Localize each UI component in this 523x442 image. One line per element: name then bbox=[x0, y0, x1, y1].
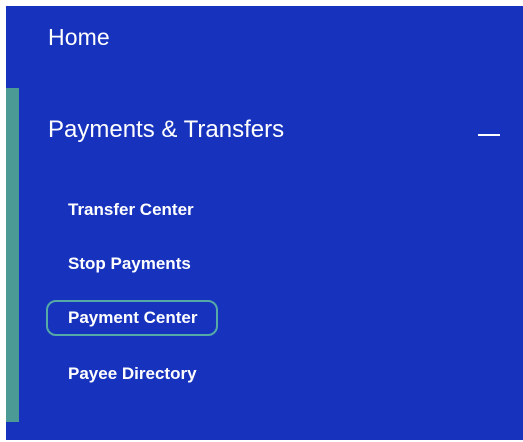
section-header-payments-transfers[interactable]: Payments & Transfers bbox=[48, 116, 508, 150]
nav-item-home[interactable]: Home bbox=[48, 24, 110, 51]
nav-item-payment-center[interactable]: Payment Center bbox=[46, 300, 219, 336]
nav-item-stop-payments[interactable]: Stop Payments bbox=[46, 246, 211, 282]
section-title: Payments & Transfers bbox=[48, 116, 285, 143]
nav-item-label: Stop Payments bbox=[68, 254, 191, 273]
nav-item-payee-directory[interactable]: Payee Directory bbox=[46, 356, 217, 392]
nav-item-label: Transfer Center bbox=[68, 200, 194, 219]
collapse-minus-icon[interactable] bbox=[478, 134, 500, 136]
side-navigation: Home Payments & Transfers Transfer Cente… bbox=[6, 6, 523, 440]
nav-item-label: Payee Directory bbox=[68, 364, 197, 383]
nav-item-label: Payment Center bbox=[68, 308, 198, 327]
active-section-indicator bbox=[6, 88, 19, 422]
nav-item-transfer-center[interactable]: Transfer Center bbox=[46, 192, 214, 228]
